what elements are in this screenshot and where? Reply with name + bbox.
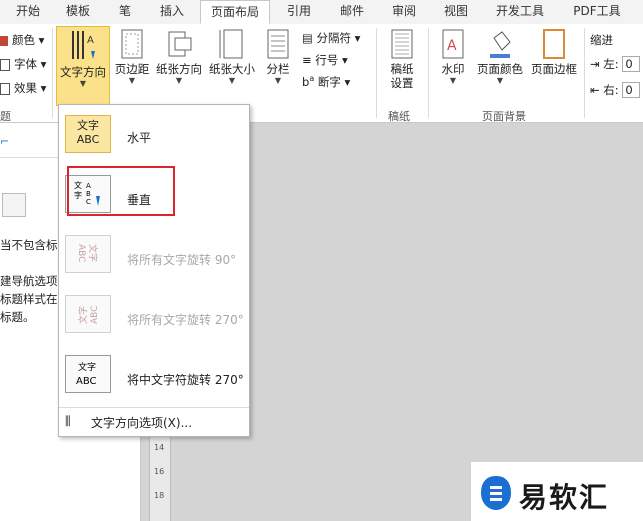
svg-text:文字: 文字 — [77, 306, 89, 324]
indent-right-icon: ⇤ — [590, 83, 600, 97]
orientation-button[interactable]: 纸张方向 ▼ — [154, 28, 204, 104]
font-icon — [0, 58, 10, 71]
tab-references[interactable]: 引用 — [278, 0, 320, 24]
separator — [584, 28, 585, 118]
tab-pen[interactable]: 笔 — [110, 0, 140, 24]
svg-text:ABC: ABC — [90, 306, 100, 324]
tab-home[interactable]: 开始 — [8, 0, 48, 24]
tab-developer[interactable]: 开发工具 — [488, 0, 552, 24]
indent-right-field[interactable]: ⇤ 右: 0 — [590, 82, 641, 98]
indent-left-icon: ⇥ — [590, 57, 600, 71]
watermark-icon: A — [442, 29, 464, 59]
columns-button[interactable]: 分栏 ▼ — [262, 28, 294, 104]
svg-text:ABC: ABC — [76, 376, 97, 387]
ribbon-tab-bar: 开始 模板 笔 插入 页面布局 引用 邮件 审阅 视图 开发工具 PDF工具 — [0, 0, 643, 25]
dropdown-caret-icon: ▼ — [228, 76, 236, 85]
group-label-page-background: 页面背景 — [482, 110, 526, 123]
menu-item-horizontal[interactable]: 文字 ABC 水平 — [59, 109, 249, 167]
columns-icon — [267, 29, 289, 59]
svg-text:ABC: ABC — [76, 244, 86, 262]
text-direction-options-icon: ⫼ — [65, 414, 71, 428]
page-border-button[interactable]: 页面边框 — [528, 28, 580, 104]
line-numbers-button[interactable]: ≡ 行号 ▾ — [302, 52, 348, 68]
text-direction-menu: 文字 ABC 水平 文字ABC 垂直 文字 ABC 将所有文字旋转 90° 文字 A… — [58, 104, 250, 437]
page-border-icon — [543, 29, 565, 59]
watermark-logo-icon — [481, 476, 511, 510]
separator — [428, 28, 429, 118]
menu-item-rotate-cjk-270[interactable]: 文字 ABC 将中文字符旋转 270° — [59, 349, 249, 407]
svg-text:A: A — [87, 35, 94, 46]
group-label-draft: 稿纸 — [388, 110, 410, 123]
nav-pane-text-1: 当不包含标 — [0, 238, 58, 252]
dropdown-caret-icon: ▼ — [449, 76, 457, 85]
tab-view[interactable]: 视图 — [436, 0, 476, 24]
ruler-number: 14 — [154, 443, 165, 452]
page-color-button[interactable]: 页面颜色 ▼ — [474, 28, 526, 104]
highlight-box — [67, 166, 175, 216]
draft-settings-button[interactable]: 稿纸 设置 — [382, 28, 422, 104]
ruler-number: 18 — [154, 491, 165, 500]
draft-paper-icon — [391, 29, 413, 59]
page-size-icon — [219, 29, 243, 59]
tab-templates[interactable]: 模板 — [56, 0, 100, 24]
dropdown-caret-icon: ▼ — [128, 76, 136, 85]
watermark-button[interactable]: A 水印 ▼ — [434, 28, 472, 104]
theme-effects-button[interactable]: 效果 ▾ — [0, 80, 46, 96]
menu-footer: ⫼ 文字方向选项(X)... — [59, 407, 249, 436]
hyphenation-button[interactable]: ba 断字 ▾ — [302, 74, 350, 90]
separator — [376, 28, 377, 118]
watermark-text: 易软汇 — [519, 481, 610, 514]
size-button[interactable]: 纸张大小 ▼ — [206, 28, 258, 104]
tab-page-layout[interactable]: 页面布局 — [200, 0, 270, 24]
svg-text:文字: 文字 — [87, 244, 99, 262]
margins-icon — [121, 29, 143, 59]
rotate-270-icon: 文字 ABC — [65, 295, 111, 333]
dropdown-caret-icon: ▼ — [175, 76, 183, 85]
effects-icon — [0, 82, 10, 95]
indent-left-field[interactable]: ⇥ 左: 0 — [590, 56, 641, 72]
theme-colors-button[interactable]: 颜色 ▾ — [0, 32, 44, 48]
nav-pane-text-2: 建导航选项 — [0, 274, 58, 288]
separator — [52, 28, 53, 118]
dropdown-caret-icon: ▼ — [274, 76, 282, 85]
nav-pane-text-4: 标题。 — [0, 310, 35, 324]
rotate-90-icon: 文字 ABC — [65, 235, 111, 273]
theme-fonts-button[interactable]: 字体 ▾ — [0, 56, 46, 72]
text-direction-icon: A — [72, 31, 95, 59]
nav-pane-text-3: 标题样式在 — [0, 292, 58, 306]
dropdown-caret-icon: ▼ — [79, 79, 87, 88]
menu-item-rotate-270: 文字 ABC 将所有文字旋转 270° — [59, 289, 249, 347]
line-numbers-icon: ≡ — [302, 53, 312, 67]
group-label-themes: 题 — [0, 110, 11, 123]
text-direction-button[interactable]: A 文字方向 ▼ — [56, 26, 110, 106]
svg-text:文字: 文字 — [78, 361, 96, 373]
tab-review[interactable]: 审阅 — [384, 0, 424, 24]
rotate-cjk-270-icon: 文字 ABC — [65, 355, 111, 393]
nav-pane-corner-icon: ⌐ — [0, 135, 10, 148]
breaks-button[interactable]: ▤ 分隔符 ▾ — [302, 30, 360, 46]
palette-icon — [0, 35, 8, 46]
breaks-icon: ▤ — [302, 31, 313, 45]
tab-insert[interactable]: 插入 — [150, 0, 194, 24]
dropdown-caret-icon: ▼ — [496, 76, 504, 85]
indent-heading: 缩进 — [590, 33, 613, 47]
menu-item-rotate-90: 文字 ABC 将所有文字旋转 90° — [59, 229, 249, 287]
hyphenation-icon: ba — [302, 74, 315, 89]
orientation-icon — [168, 31, 192, 57]
tab-pdf-tools[interactable]: PDF工具 — [562, 0, 632, 24]
horizontal-text-icon: 文字 ABC — [65, 115, 111, 153]
nav-pages-tab[interactable] — [2, 193, 26, 217]
tab-mailings[interactable]: 邮件 — [332, 0, 372, 24]
paint-bucket-icon — [490, 31, 511, 58]
svg-text:A: A — [447, 38, 457, 54]
site-watermark: 易软汇 — [471, 462, 643, 521]
text-direction-options[interactable]: 文字方向选项(X)... — [91, 414, 192, 431]
margins-button[interactable]: 页边距 ▼ — [112, 28, 152, 104]
ruler-number: 16 — [154, 467, 165, 476]
